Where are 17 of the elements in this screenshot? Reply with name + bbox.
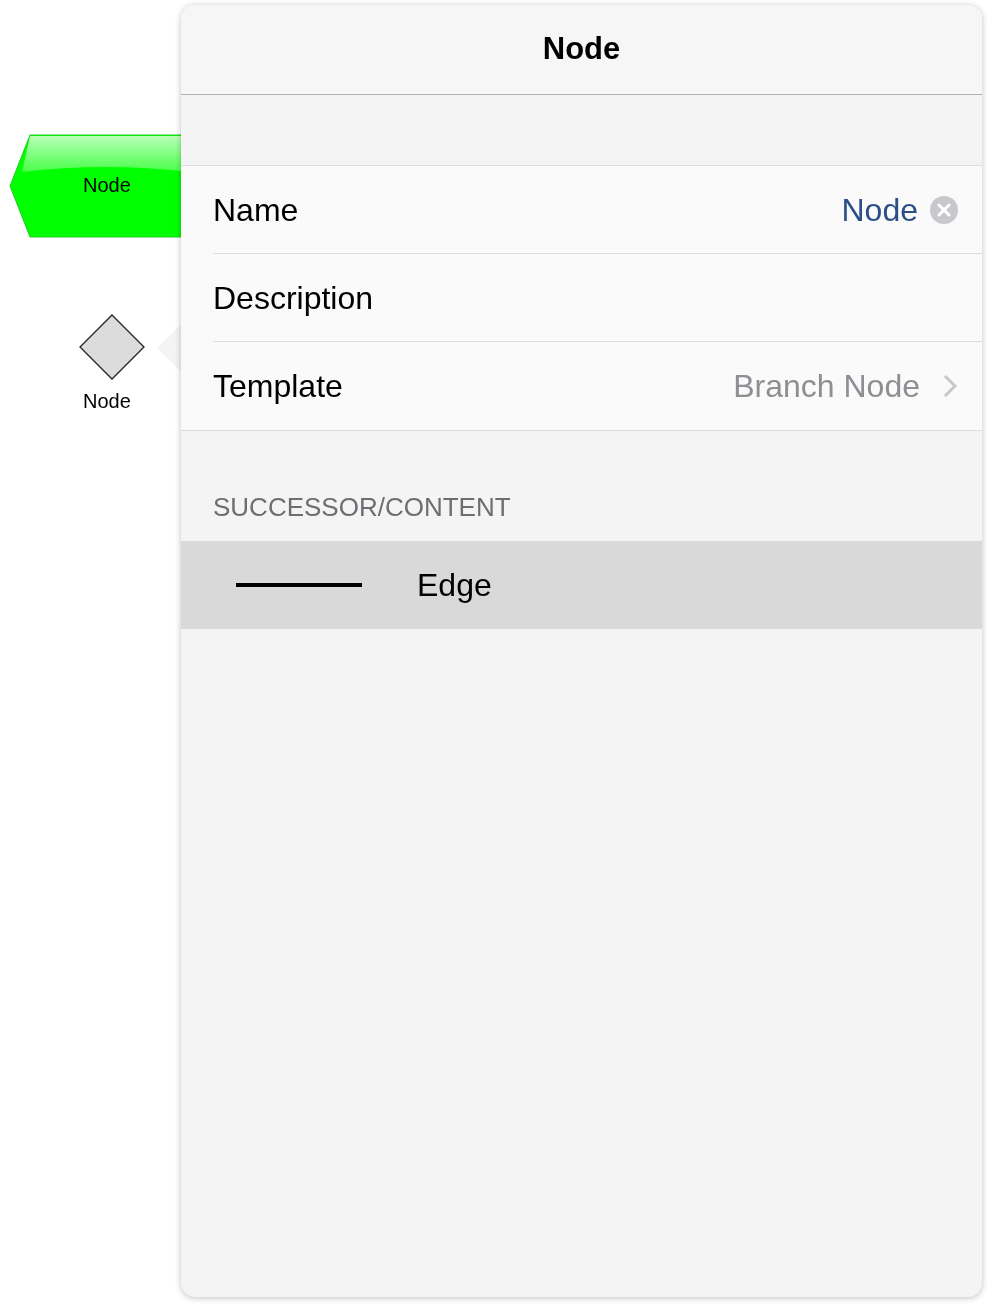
node-label: Node (83, 389, 131, 414)
settings-row[interactable]: Description (213, 254, 982, 342)
chevron-right-icon (942, 373, 958, 399)
value-field[interactable]: Node (841, 185, 918, 234)
settings-row[interactable]: Name Node (213, 166, 982, 254)
value-text: Branch Node (733, 367, 920, 406)
node-label: Node (83, 173, 131, 198)
section-header: SUCCESSOR/CONTENT (213, 491, 511, 524)
settings-row[interactable]: Template Branch Node (213, 342, 982, 430)
row-label: Template (213, 367, 344, 406)
popover-title: Node (542, 30, 621, 69)
row-label: Name (213, 190, 300, 230)
row-label: Edge (417, 566, 492, 605)
row-label: Description (213, 278, 375, 318)
edge-row[interactable]: Edge (181, 541, 982, 629)
clear-icon[interactable] (930, 195, 958, 224)
diamond-node-shape[interactable] (79, 314, 145, 380)
